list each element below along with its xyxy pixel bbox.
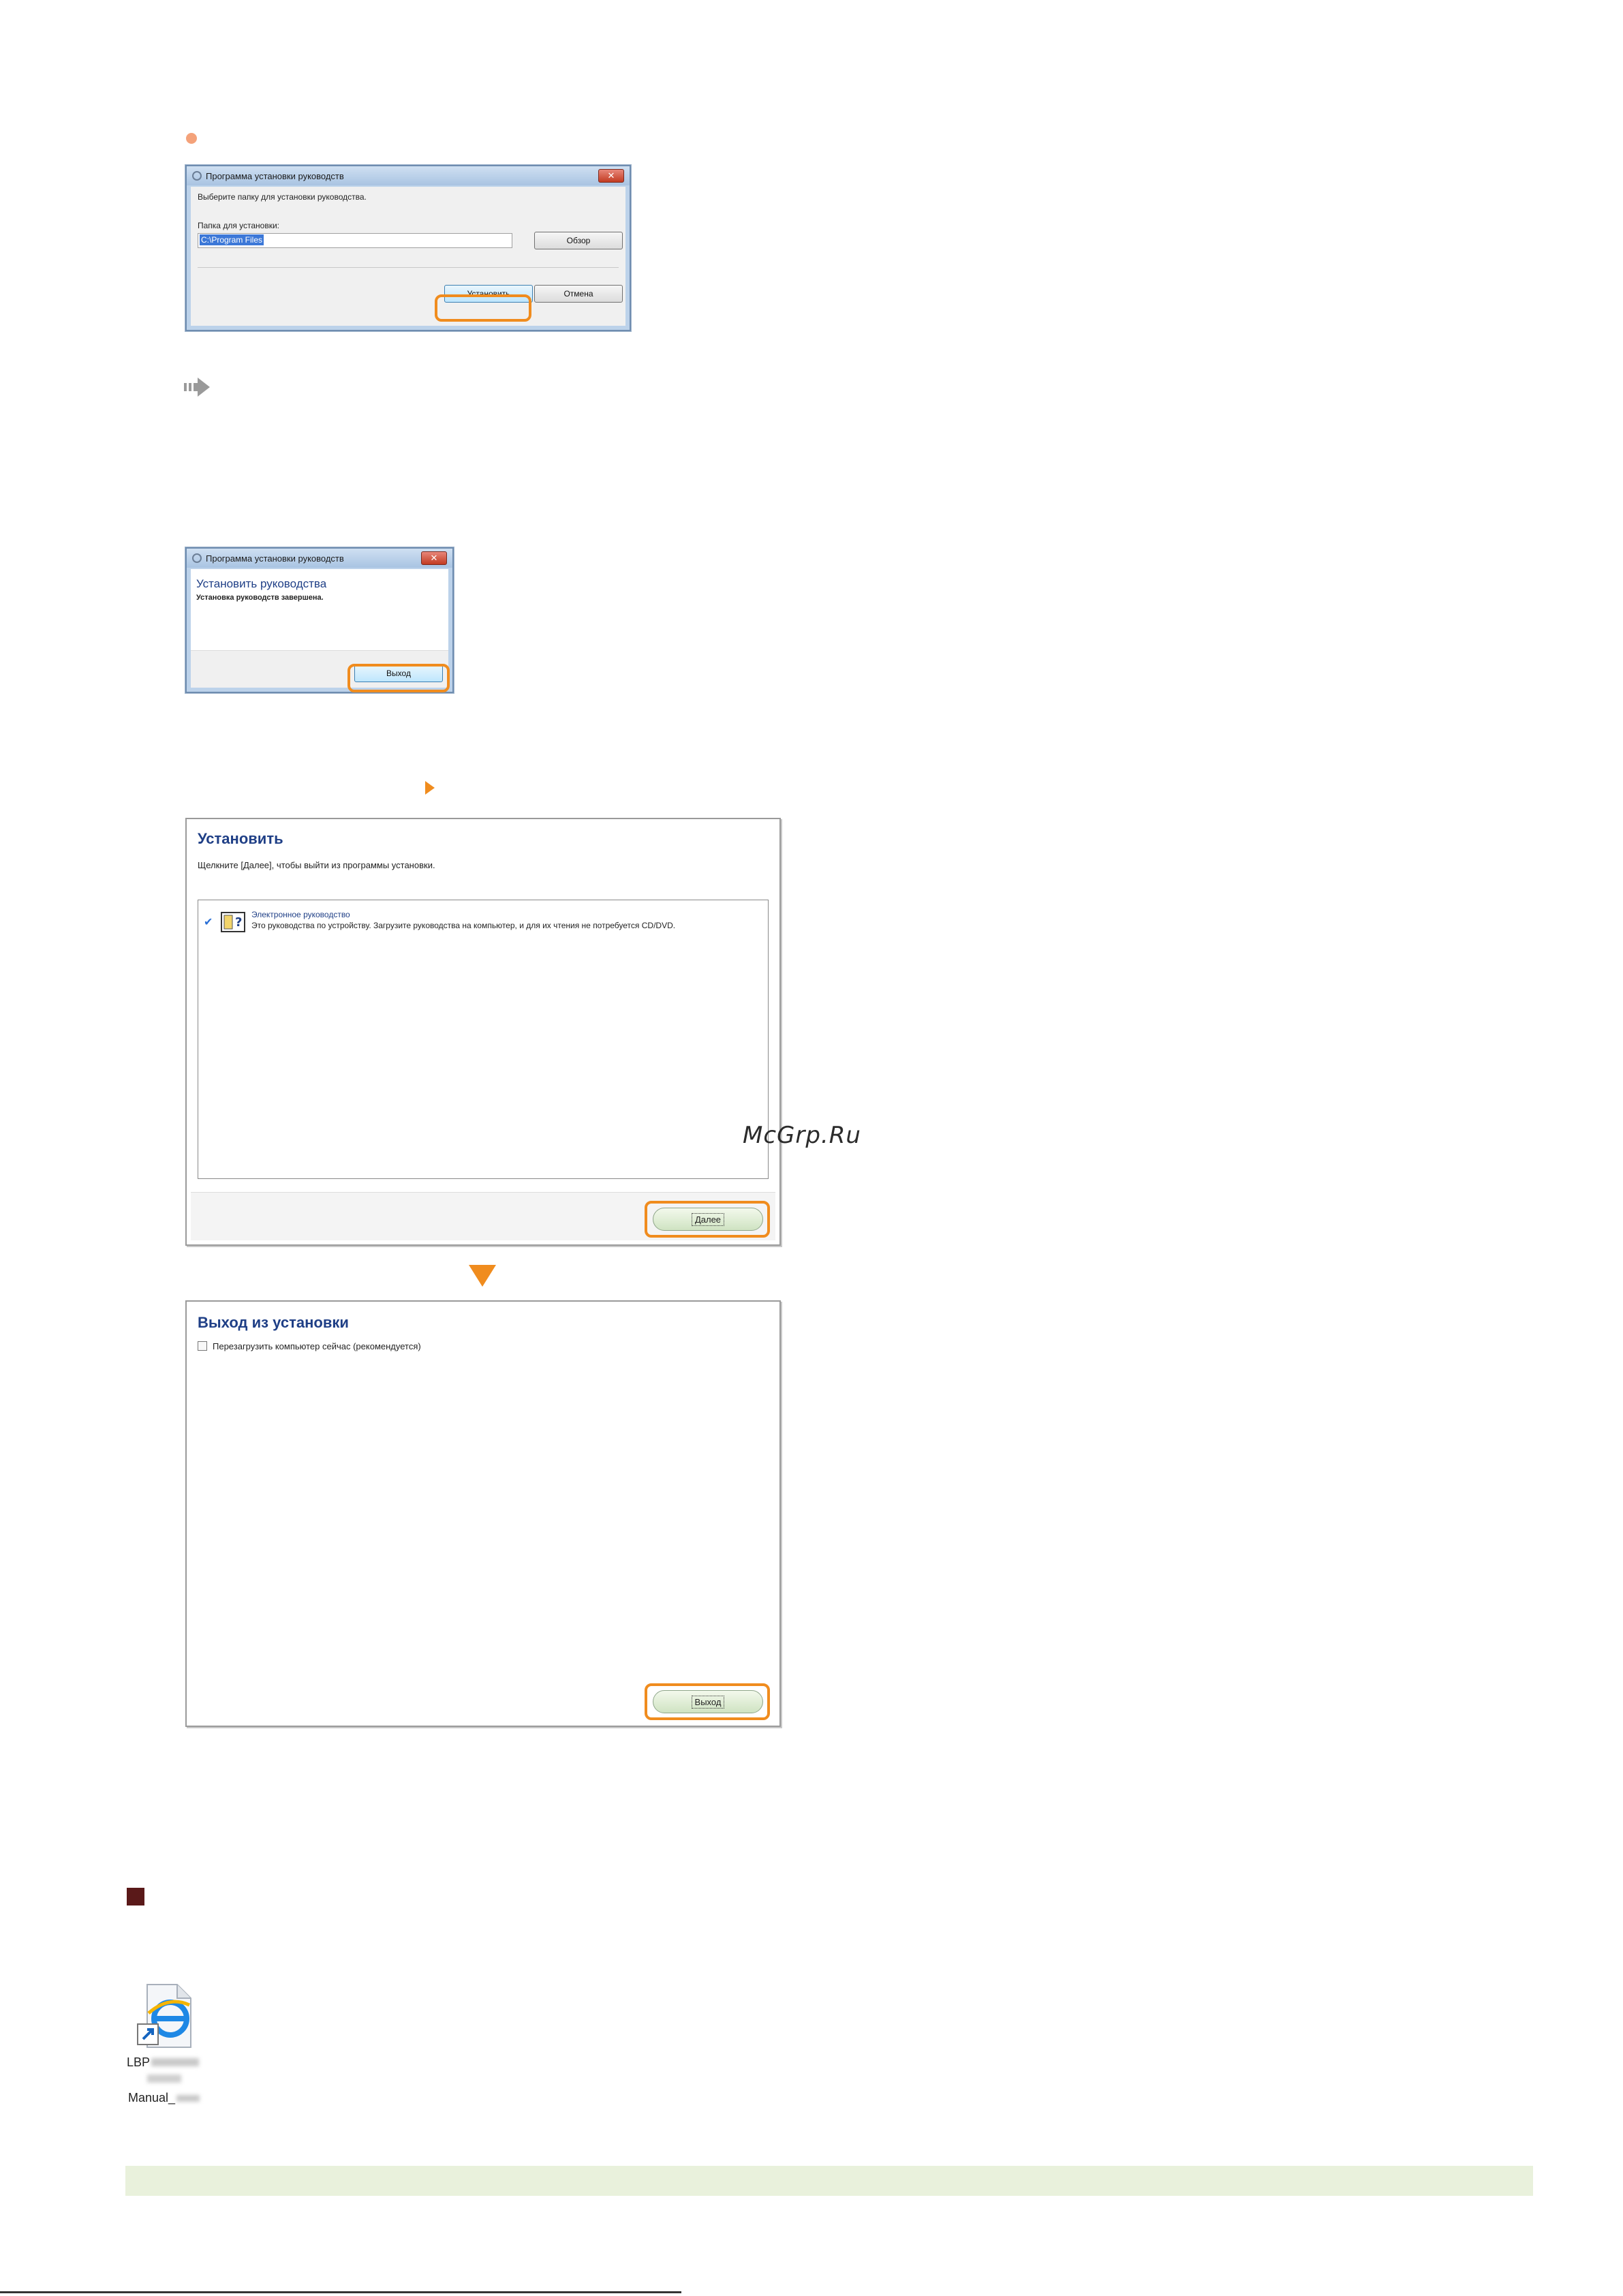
note-arrow-icon <box>425 781 435 795</box>
installer-icon <box>192 553 202 563</box>
exit-button-highlight <box>347 664 450 692</box>
component-list: ✔ ? Электронное руководство Это руководс… <box>198 900 769 1179</box>
component-name: Электронное руководство <box>251 910 350 919</box>
checkmark-icon: ✔ <box>204 917 213 928</box>
complete-message: Установка руководств завершена. <box>196 594 324 602</box>
restart-checkbox-label: Перезагрузить компьютер сейчас (рекоменд… <box>213 1341 421 1351</box>
step-bullet-dot <box>186 133 197 144</box>
installer-icon <box>192 171 202 181</box>
folder-path-value: C:\Program Files <box>200 234 264 245</box>
blurred-text <box>151 2058 200 2066</box>
dialog-prompt: Выберите папку для установки руководства… <box>198 192 367 202</box>
manual-book-icon: ? <box>221 912 245 932</box>
panel-title: Выход из установки <box>198 1314 349 1331</box>
exit-setup-panel: Выход из установки Перезагрузить компьют… <box>185 1300 781 1727</box>
blurred-text <box>176 2095 200 2102</box>
component-description: Это руководства по устройству. Загрузите… <box>251 921 676 930</box>
shortcut-name-line2: Manual_ <box>128 2091 200 2105</box>
next-button-highlight <box>645 1201 770 1238</box>
desktop-shortcut[interactable]: LBP Manual_ <box>114 1982 217 2118</box>
dialog-title: Программа установки руководств <box>206 170 344 181</box>
result-arrow-icon <box>184 378 210 397</box>
footer-rule <box>0 2291 681 2293</box>
flow-arrow-down-icon <box>469 1265 496 1287</box>
install-folder-dialog: Программа установки руководств ✕ Выберит… <box>185 165 631 331</box>
install-button-highlight <box>435 294 531 322</box>
folder-field-label: Папка для установки: <box>198 221 280 230</box>
note-bar <box>125 2166 1533 2196</box>
cancel-button[interactable]: Отмена <box>534 285 623 303</box>
browse-button[interactable]: Обзор <box>534 232 623 249</box>
install-panel: Установить Щелкните [Далее], чтобы выйти… <box>185 818 781 1246</box>
dialog-titlebar: Программа установки руководств ✕ <box>187 166 630 185</box>
close-icon[interactable]: ✕ <box>421 551 447 565</box>
complete-heading: Установить руководства <box>196 577 327 590</box>
component-item[interactable]: ✔ ? Электронное руководство Это руководс… <box>204 907 762 937</box>
close-icon[interactable]: ✕ <box>598 169 624 183</box>
panel-subtitle: Щелкните [Далее], чтобы выйти из програм… <box>198 860 435 870</box>
shortcut-name-line1: LBP <box>127 2055 200 2070</box>
folder-path-input[interactable]: C:\Program Files <box>198 233 512 248</box>
panel-title: Установить <box>198 830 283 847</box>
section-marker <box>127 1888 144 1905</box>
dialog-body: Выберите папку для установки руководства… <box>191 187 625 326</box>
watermark: McGrp.Ru <box>743 1122 861 1149</box>
restart-checkbox[interactable] <box>198 1341 207 1351</box>
dialog-titlebar: Программа установки руководств ✕ <box>187 549 452 568</box>
blurred-text <box>147 2075 181 2083</box>
html-file-icon <box>137 1984 191 2048</box>
dialog-title: Программа установки руководств <box>206 553 344 564</box>
dialog-divider <box>198 267 619 268</box>
svg-text:?: ? <box>235 915 242 930</box>
exit-setup-button-highlight <box>645 1683 770 1720</box>
